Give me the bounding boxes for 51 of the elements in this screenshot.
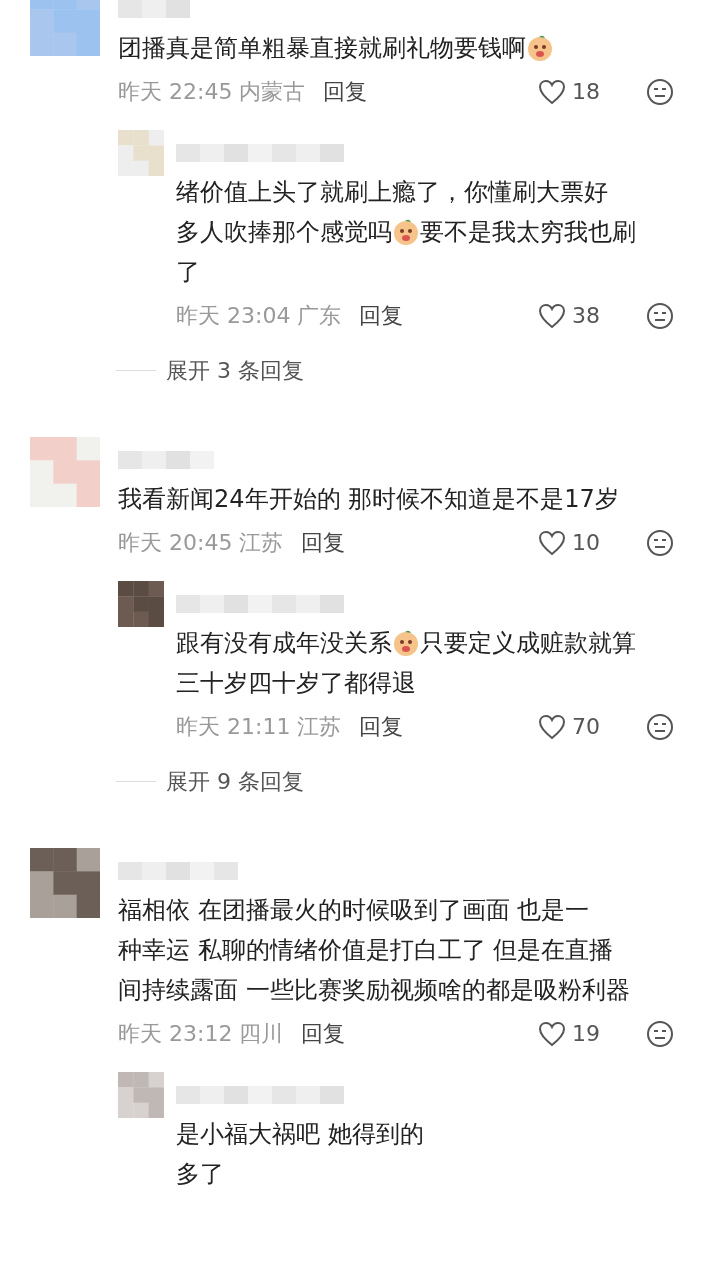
reply-button[interactable]: 回复 xyxy=(301,525,346,561)
face-icon[interactable] xyxy=(646,1020,674,1048)
comment-text: 绪价值上头了就刷上瘾了，你懂刷大票好 xyxy=(176,177,608,208)
comment-text: 我看新闻24年开始的 那时候不知道是不是17岁 xyxy=(118,484,619,515)
blurred-username xyxy=(118,0,190,18)
comment-text: 多人吹捧那个感觉吗 xyxy=(176,217,392,248)
comment-meta: 昨天 21:11 江苏 xyxy=(176,713,342,741)
comment-text: 福相依 在团播最火的时候吸到了画面 也是一 xyxy=(118,895,590,926)
comment-text: 要不是我太穷我也刷 xyxy=(420,217,636,248)
avatar xyxy=(30,848,100,918)
comment-text: 了 xyxy=(176,257,200,288)
heart-icon[interactable] xyxy=(538,1021,566,1047)
heart-icon[interactable] xyxy=(538,530,566,556)
face-icon[interactable] xyxy=(646,529,674,557)
emoji-icon xyxy=(392,218,420,246)
like-count: 38 xyxy=(572,302,600,330)
comment-text: 种幸运 私聊的情绪价值是打白工了 但是在直播 xyxy=(118,935,614,966)
comment-meta: 昨天 20:45 江苏 xyxy=(118,529,284,557)
reply-button[interactable]: 回复 xyxy=(359,298,404,334)
comment-text: 是小福大祸吧 她得到的 xyxy=(176,1119,424,1150)
heart-icon[interactable] xyxy=(538,714,566,740)
comment-meta: 昨天 23:12 四川 xyxy=(118,1020,284,1048)
like-count: 18 xyxy=(572,78,600,106)
like-count: 19 xyxy=(572,1020,600,1048)
comment-text: 跟有没有成年没关系 xyxy=(176,628,392,659)
heart-icon[interactable] xyxy=(538,79,566,105)
avatar xyxy=(30,437,100,507)
heart-icon[interactable] xyxy=(538,303,566,329)
like-count: 70 xyxy=(572,713,600,741)
avatar xyxy=(30,0,100,56)
comment-meta: 昨天 23:04 广东 xyxy=(176,302,342,330)
comment-text: 团播真是简单粗暴直接就刷礼物要钱啊 xyxy=(118,33,526,64)
reply-button[interactable]: 回复 xyxy=(359,709,404,745)
expand-replies-link[interactable]: 展开 3 条回复 xyxy=(166,354,304,387)
face-icon[interactable] xyxy=(646,78,674,106)
emoji-icon xyxy=(392,629,420,657)
reply-button[interactable]: 回复 xyxy=(323,74,368,110)
face-icon[interactable] xyxy=(646,713,674,741)
reply-button[interactable]: 回复 xyxy=(301,1016,346,1052)
avatar xyxy=(118,581,164,627)
emoji-icon xyxy=(526,34,554,62)
comment-text: 多了 xyxy=(176,1159,224,1190)
comment-meta: 昨天 22:45 内蒙古 xyxy=(118,78,306,106)
comment-text: 间持续露面 一些比赛奖励视频啥的都是吸粉利器 xyxy=(118,975,630,1006)
avatar xyxy=(118,1072,164,1118)
face-icon[interactable] xyxy=(646,302,674,330)
comment-text: 三十岁四十岁了都得退 xyxy=(176,668,416,699)
comment-text: 只要定义成赃款就算 xyxy=(420,628,636,659)
expand-replies-link[interactable]: 展开 9 条回复 xyxy=(166,765,304,798)
avatar xyxy=(118,130,164,176)
like-count: 10 xyxy=(572,529,600,557)
